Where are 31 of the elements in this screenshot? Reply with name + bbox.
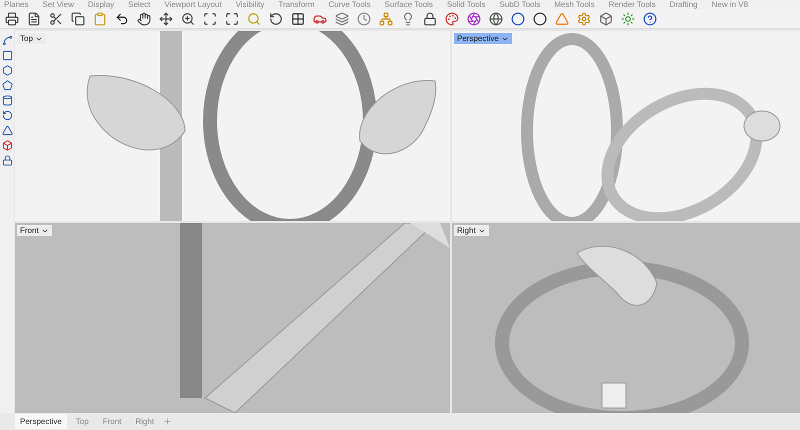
viewport-tab[interactable]: Front bbox=[17, 225, 52, 236]
view-tab[interactable]: Right bbox=[130, 414, 160, 429]
rectangle-icon[interactable] bbox=[2, 50, 12, 61]
toolbar-tab[interactable]: Set View bbox=[42, 0, 74, 9]
view-tab[interactable]: Top bbox=[70, 414, 94, 429]
toolbar-tab[interactable]: Mesh Tools bbox=[554, 0, 595, 9]
toolbar-tab[interactable]: Transform bbox=[278, 0, 315, 9]
toolbar-tab[interactable]: Surface Tools bbox=[384, 0, 433, 9]
viewport[interactable]: Front bbox=[15, 223, 450, 413]
viewport[interactable]: Right bbox=[452, 223, 800, 413]
toolbar-tab[interactable]: Display bbox=[88, 0, 114, 9]
toolbar-tab[interactable]: Select bbox=[128, 0, 150, 9]
toolbar-tab[interactable]: Curve Tools bbox=[328, 0, 371, 9]
toolbar-tab[interactable]: SubD Tools bbox=[499, 0, 540, 9]
toolbar-tab[interactable]: Viewport Layout bbox=[164, 0, 222, 9]
toolbar-tab[interactable]: New in V8 bbox=[712, 0, 748, 9]
viewport-tab[interactable]: Top bbox=[17, 33, 46, 44]
viewport[interactable]: Perspective bbox=[452, 31, 800, 221]
lock-icon[interactable] bbox=[2, 155, 12, 166]
viewport-tab[interactable]: Right bbox=[454, 225, 489, 236]
toolbar-tab[interactable]: Planes bbox=[4, 0, 28, 9]
toolbar-tab[interactable]: Render Tools bbox=[608, 0, 656, 9]
curve-icon[interactable] bbox=[2, 35, 12, 46]
toolbar-tab[interactable]: Visibility bbox=[236, 0, 264, 9]
box-icon[interactable] bbox=[2, 140, 12, 151]
view-tab[interactable]: Perspective bbox=[15, 414, 67, 429]
toolbar-tab[interactable]: Drafting bbox=[670, 0, 698, 9]
view-tab[interactable]: Front bbox=[98, 414, 126, 429]
toolbar-tab[interactable]: Solid Tools bbox=[446, 0, 486, 9]
viewport-tab[interactable]: Perspective bbox=[454, 33, 512, 44]
viewport[interactable]: Top bbox=[15, 31, 450, 221]
